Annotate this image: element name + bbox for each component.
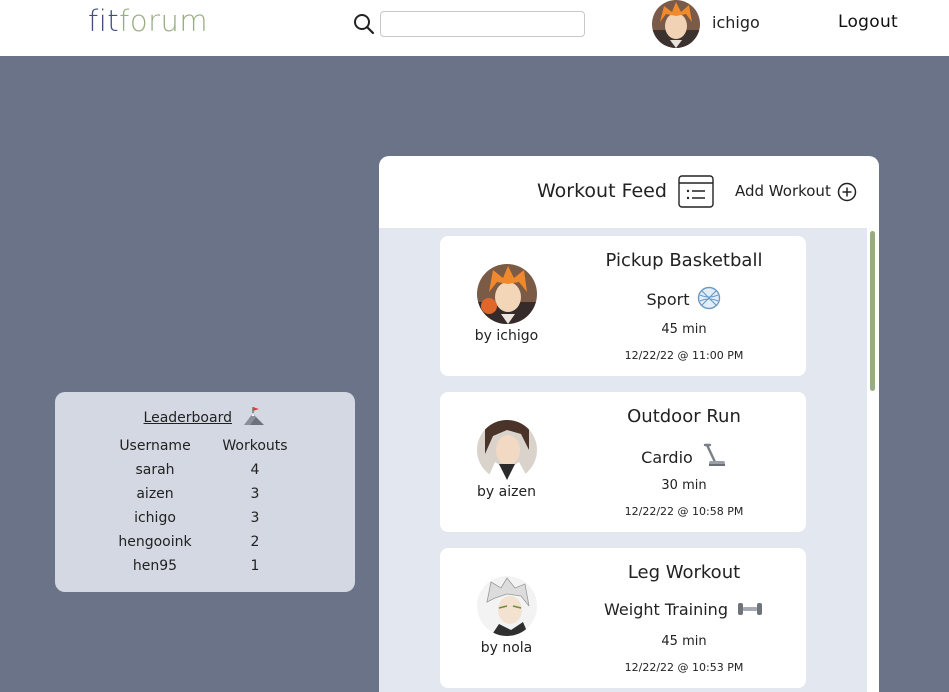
workout-timestamp: 12/22/22 @ 10:53 PM [624,661,744,674]
author-avatar[interactable] [477,420,537,480]
category-label: Weight Training [604,600,728,619]
treadmill-icon [703,443,725,466]
search-input[interactable] [380,11,585,37]
leaderboard-table: Username Workouts sarah 4 aizen 3 ichigo… [55,438,355,582]
workout-category: Cardio [590,442,778,468]
workout-timestamp: 12/22/22 @ 10:58 PM [624,505,744,518]
workout-title: Pickup Basketball [605,250,763,271]
user-avatar[interactable] [652,0,700,48]
workout-feed-panel: Workout Feed Add Workout by ichigo Picku… [379,156,879,692]
workout-category: Sport [590,286,778,310]
workout-title: Outdoor Run [627,406,741,427]
top-navbar: fitforum ichigo Logout [0,0,949,56]
leaderboard-row: aizen 3 [55,486,355,510]
leaderboard-row: hengooink 2 [55,534,355,558]
leaderboard-username: ichigo [134,510,176,526]
leaderboard-username: hen95 [132,558,178,574]
leaderboard-panel: Leaderboard Username Workouts sarah 4 ai… [55,392,355,592]
workout-duration: 30 min [661,478,707,493]
workout-timestamp: 12/22/22 @ 11:00 PM [624,349,744,362]
feed-header: Workout Feed Add Workout [379,156,879,228]
author-avatar[interactable] [477,576,537,636]
leaderboard-workouts: 3 [250,486,260,502]
feed-scrollbar-thumb[interactable] [870,231,875,391]
column-header-workouts: Workouts [222,438,288,454]
leaderboard-username: sarah [135,462,175,478]
leaderboard-link[interactable]: Leaderboard [144,410,232,426]
fitforum-logo[interactable]: fitforum [88,4,208,38]
add-workout-button[interactable]: Add Workout [735,182,831,200]
leaderboard-title: Leaderboard [55,407,355,426]
leaderboard-username: hengooink [118,534,192,550]
author-label: by aizen [477,484,536,500]
search-icon[interactable] [352,12,376,36]
leaderboard-workouts: 2 [250,534,260,550]
leaderboard-header-row: Username Workouts [55,438,355,462]
list-icon [678,175,714,208]
workout-duration: 45 min [661,322,707,337]
leaderboard-username: aizen [136,486,174,502]
current-username[interactable]: ichigo [712,13,760,32]
column-header-username: Username [119,438,191,454]
category-label: Cardio [641,448,693,467]
workout-title: Leg Workout [627,562,741,583]
author-avatar[interactable] [477,264,537,324]
logo-forum-text: forum [119,4,209,38]
feed-title: Workout Feed [537,180,667,202]
mountain-flag-icon [244,407,265,425]
workout-category: Weight Training [590,598,778,620]
feed-list[interactable]: by ichigo Pickup Basketball Sport 45 min… [379,228,867,692]
basketball-icon [698,286,721,310]
workout-card[interactable]: by aizen Outdoor Run Cardio 30 min 12/22… [440,392,806,532]
plus-circle-icon[interactable] [837,182,857,202]
leaderboard-workouts: 4 [250,462,260,478]
logo-fit-text: fit [88,4,120,38]
workout-card[interactable]: by nola Leg Workout Weight Training 45 m… [440,548,806,688]
workout-card[interactable]: by ichigo Pickup Basketball Sport 45 min… [440,236,806,376]
dumbbell-icon [737,603,762,615]
leaderboard-row: ichigo 3 [55,510,355,534]
leaderboard-row: sarah 4 [55,462,355,486]
leaderboard-workouts: 3 [250,510,260,526]
author-label: by ichigo [474,328,539,344]
workout-duration: 45 min [661,634,707,649]
logout-button[interactable]: Logout [838,12,898,32]
leaderboard-workouts: 1 [250,558,260,574]
author-label: by nola [480,640,533,656]
category-label: Sport [646,290,690,309]
leaderboard-row: hen95 1 [55,558,355,582]
